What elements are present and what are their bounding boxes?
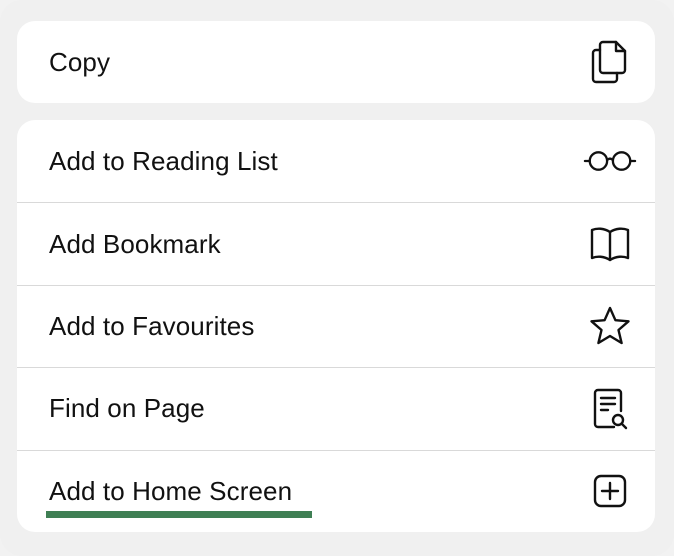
glasses-icon xyxy=(583,134,637,188)
menu-item-label: Add to Favourites xyxy=(49,310,255,341)
share-sheet-menu: Copy Add to Reading List Add Bookmark Ad… xyxy=(0,0,674,556)
menu-item-label: Copy xyxy=(49,46,111,77)
copy-icon xyxy=(583,35,637,89)
menu-item-label: Add to Home Screen xyxy=(49,475,293,506)
highlight-underline xyxy=(46,510,312,518)
menu-item-find-on-page[interactable]: Find on Page xyxy=(17,367,655,449)
book-icon xyxy=(583,217,637,271)
menu-group-actions: Add to Reading List Add Bookmark Add to … xyxy=(17,120,655,532)
menu-item-label: Find on Page xyxy=(49,393,205,424)
plus-square-icon xyxy=(583,464,637,518)
menu-item-add-to-reading-list[interactable]: Add to Reading List xyxy=(17,120,655,202)
menu-item-copy[interactable]: Copy xyxy=(17,21,655,103)
menu-group-copy: Copy xyxy=(17,21,655,103)
star-icon xyxy=(583,299,637,353)
menu-item-label: Add to Reading List xyxy=(49,145,278,176)
menu-item-add-to-home-screen[interactable]: Add to Home Screen xyxy=(17,449,655,532)
menu-item-add-to-favourites[interactable]: Add to Favourites xyxy=(17,284,655,367)
document-search-icon xyxy=(583,382,637,436)
menu-item-label: Add Bookmark xyxy=(49,228,221,259)
menu-item-add-bookmark[interactable]: Add Bookmark xyxy=(17,202,655,284)
